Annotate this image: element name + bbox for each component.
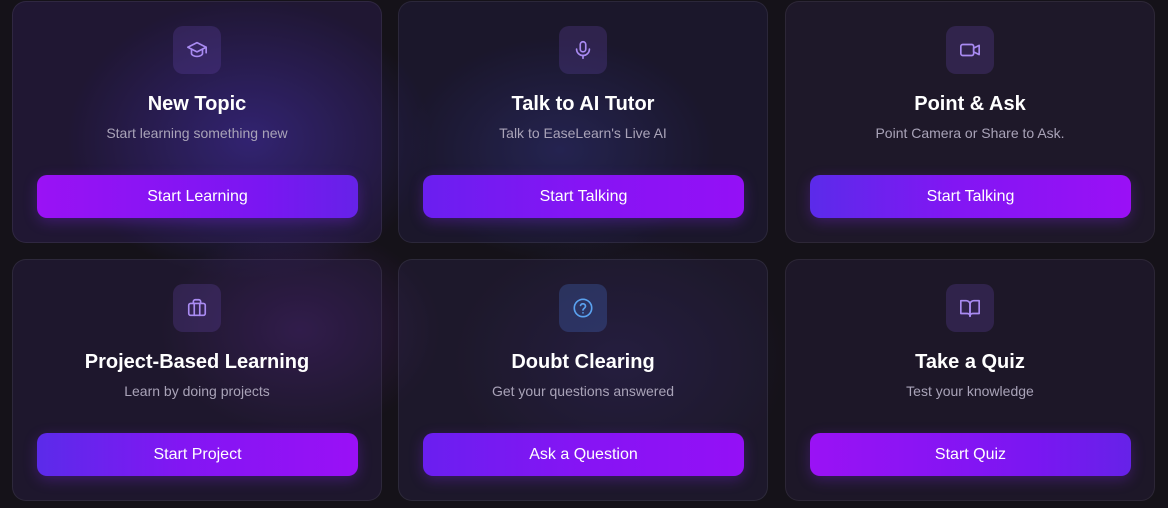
start-quiz-button[interactable]: Start Quiz bbox=[810, 433, 1131, 476]
card-title: Take a Quiz bbox=[915, 351, 1025, 373]
card-title: Talk to AI Tutor bbox=[511, 93, 655, 115]
feature-grid: New Topic Start learning something new S… bbox=[0, 0, 1168, 508]
open-book-icon bbox=[960, 299, 980, 318]
card-subtitle: Talk to EaseLearn's Live AI bbox=[499, 125, 667, 141]
card-point-and-ask: Point & Ask Point Camera or Share to Ask… bbox=[785, 1, 1155, 243]
card-take-a-quiz: Take a Quiz Test your knowledge Start Qu… bbox=[785, 259, 1155, 501]
question-circle-icon bbox=[573, 298, 593, 318]
graduation-cap-icon bbox=[187, 41, 207, 58]
icon-container bbox=[173, 26, 221, 74]
start-talking-camera-button[interactable]: Start Talking bbox=[810, 175, 1131, 218]
card-title: New Topic bbox=[147, 93, 247, 115]
card-subtitle: Test your knowledge bbox=[906, 383, 1034, 399]
card-talk-to-ai-tutor: Talk to AI Tutor Talk to EaseLearn's Liv… bbox=[398, 1, 768, 243]
card-doubt-clearing: Doubt Clearing Get your questions answer… bbox=[398, 259, 768, 501]
card-subtitle: Get your questions answered bbox=[491, 383, 675, 399]
ask-a-question-button[interactable]: Ask a Question bbox=[423, 433, 744, 476]
icon-container bbox=[946, 284, 994, 332]
start-learning-button[interactable]: Start Learning bbox=[37, 175, 358, 218]
card-new-topic: New Topic Start learning something new S… bbox=[12, 1, 382, 243]
briefcase-icon bbox=[187, 298, 207, 317]
card-subtitle: Start learning something new bbox=[106, 125, 288, 141]
card-title: Doubt Clearing bbox=[511, 351, 655, 373]
icon-container bbox=[559, 284, 607, 332]
card-title: Project-Based Learning bbox=[84, 351, 310, 373]
card-title: Point & Ask bbox=[914, 93, 1026, 115]
icon-container bbox=[173, 284, 221, 332]
microphone-icon bbox=[575, 40, 591, 60]
card-project-based-learning: Project-Based Learning Learn by doing pr… bbox=[12, 259, 382, 501]
video-camera-icon bbox=[960, 43, 980, 57]
icon-container bbox=[946, 26, 994, 74]
icon-container bbox=[559, 26, 607, 74]
start-project-button[interactable]: Start Project bbox=[37, 433, 358, 476]
start-talking-button[interactable]: Start Talking bbox=[423, 175, 744, 218]
card-subtitle: Point Camera or Share to Ask. bbox=[875, 125, 1065, 141]
card-subtitle: Learn by doing projects bbox=[124, 383, 270, 399]
